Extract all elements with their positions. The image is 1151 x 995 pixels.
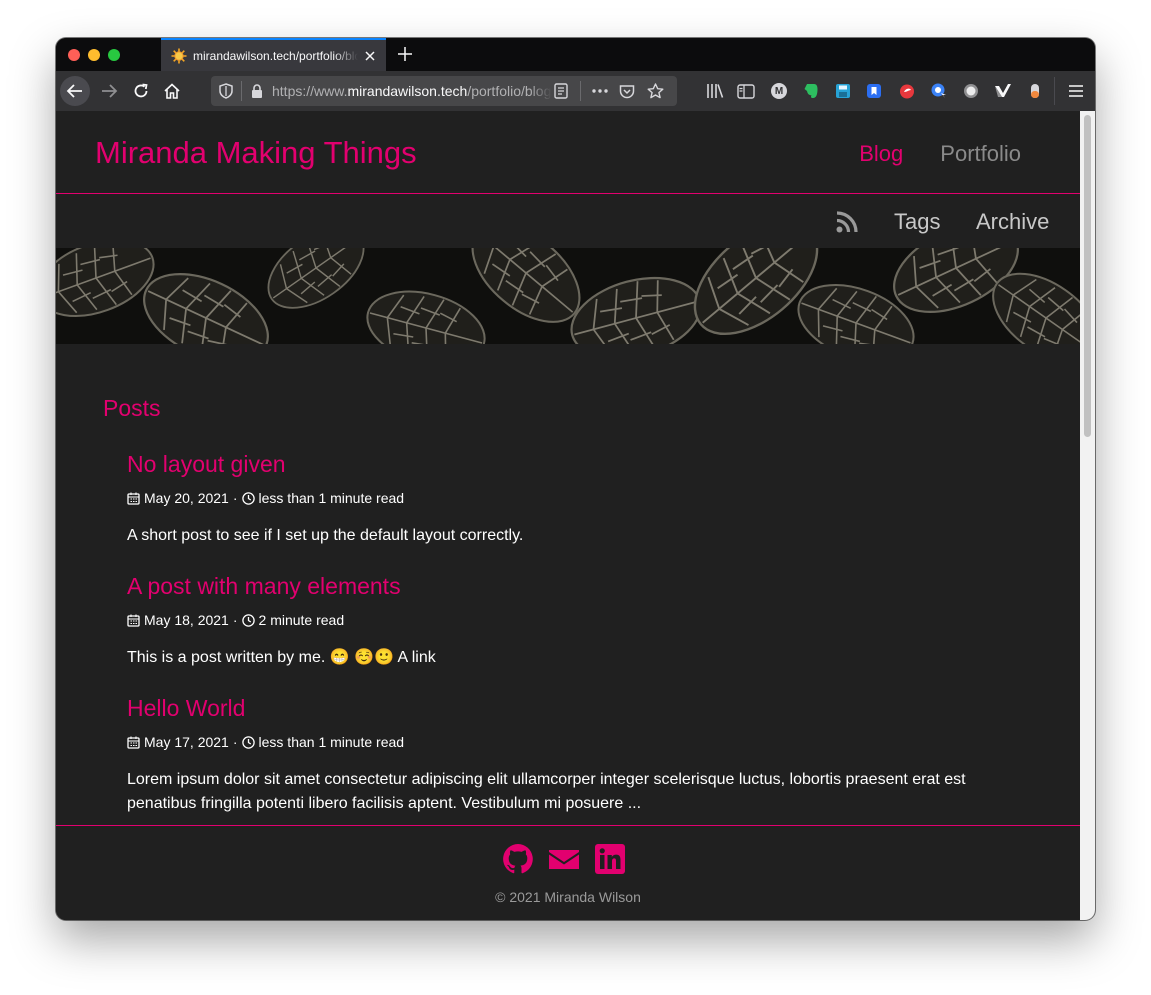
clock-icon <box>241 613 255 627</box>
meta-separator: · <box>232 734 238 750</box>
browser-window: mirandawilson.tech/portfolio/blog https:… <box>56 38 1095 920</box>
calendar-icon <box>127 736 140 749</box>
checkmark-extension-icon[interactable] <box>993 81 1013 101</box>
email-icon[interactable] <box>548 843 580 880</box>
post-title-link[interactable]: No layout given <box>127 451 1027 478</box>
lock-icon[interactable] <box>248 82 266 100</box>
archive-link[interactable]: Archive <box>976 209 1049 235</box>
reload-button[interactable] <box>126 76 156 106</box>
hamburger-menu-icon[interactable] <box>1066 81 1086 101</box>
nav-blog-link[interactable]: Blog <box>859 141 903 167</box>
post-title-link[interactable]: Hello World <box>127 695 1027 722</box>
tab-active[interactable]: mirandawilson.tech/portfolio/blog <box>161 38 386 71</box>
social-links <box>502 843 626 880</box>
tab-strip: mirandawilson.tech/portfolio/blog <box>56 38 1095 71</box>
post-meta: May 17, 2021 · less than 1 minute read <box>127 734 1027 750</box>
zoom-window-button[interactable] <box>108 49 120 61</box>
bookmark-extension-icon[interactable] <box>864 81 884 101</box>
pocket-icon[interactable] <box>613 82 641 100</box>
post-title-link[interactable]: A post with many elements <box>127 573 1027 600</box>
post-date: May 20, 2021 <box>144 490 229 506</box>
shield-icon[interactable] <box>217 82 235 100</box>
url-text[interactable]: https://www.mirandawilson.tech/portfolio… <box>272 83 552 99</box>
tab-title: mirandawilson.tech/portfolio/blog <box>193 48 358 63</box>
font-extension-icon[interactable] <box>929 81 949 101</box>
address-bar[interactable]: https://www.mirandawilson.tech/portfolio… <box>211 76 677 106</box>
scrollbar-thumb[interactable] <box>1084 115 1091 437</box>
post-date: May 18, 2021 <box>144 612 229 628</box>
close-window-button[interactable] <box>68 49 80 61</box>
evernote-extension-icon[interactable] <box>801 81 821 101</box>
sun-favicon-icon <box>171 48 187 64</box>
sub-navigation: Tags Archive <box>56 194 1080 248</box>
post-read-time: less than 1 minute read <box>258 734 405 750</box>
page-scrollbar[interactable] <box>1080 111 1095 920</box>
post-item: A post with many elements May 18, 2021 ·… <box>127 573 1027 670</box>
copyright-text: © 2021 Miranda Wilson <box>495 889 641 905</box>
page-actions-icon[interactable] <box>587 82 613 100</box>
pepper-extension-icon[interactable] <box>897 81 917 101</box>
post-date: May 17, 2021 <box>144 734 229 750</box>
post-excerpt: Lorem ipsum dolor sit amet consectetur a… <box>127 771 966 812</box>
meta-separator: · <box>232 612 238 628</box>
main-nav: Blog Portfolio <box>859 141 1021 167</box>
navigation-toolbar: https://www.mirandawilson.tech/portfolio… <box>56 71 1095 111</box>
record-extension-icon[interactable] <box>961 81 981 101</box>
linkedin-icon[interactable] <box>594 843 626 880</box>
clock-icon <box>241 735 255 749</box>
site-footer: © 2021 Miranda Wilson <box>56 825 1080 920</box>
clock-icon <box>241 491 255 505</box>
calendar-icon <box>127 614 140 627</box>
posts-heading: Posts <box>103 395 161 421</box>
calendar-icon <box>127 492 140 505</box>
rss-feed-icon[interactable] <box>836 211 858 238</box>
medium-extension-icon[interactable]: M <box>769 81 789 101</box>
forward-button[interactable] <box>94 76 124 106</box>
library-icon[interactable] <box>705 81 725 101</box>
url-separator <box>580 81 581 101</box>
page-content: Miranda Making Things Blog Portfolio Tag… <box>56 111 1080 920</box>
back-button[interactable] <box>60 76 90 106</box>
reader-view-icon[interactable] <box>552 82 570 100</box>
save-extension-icon[interactable] <box>833 81 853 101</box>
site-header: Miranda Making Things Blog Portfolio <box>56 111 1080 194</box>
close-tab-icon[interactable] <box>362 50 378 61</box>
new-tab-button[interactable] <box>394 43 416 65</box>
home-button[interactable] <box>157 76 187 106</box>
nav-portfolio-link[interactable]: Portfolio <box>940 141 1021 167</box>
tags-link[interactable]: Tags <box>894 209 940 235</box>
minimize-window-button[interactable] <box>88 49 100 61</box>
bookmark-star-icon[interactable] <box>641 82 669 100</box>
toolbar-separator <box>1054 77 1055 105</box>
post-meta: May 18, 2021 · 2 minute read <box>127 612 1027 628</box>
post-read-time: 2 minute read <box>258 612 345 628</box>
leaf-banner-image <box>56 248 1080 344</box>
url-separator <box>241 81 242 101</box>
site-title-link[interactable]: Miranda Making Things <box>95 135 417 171</box>
post-read-time: less than 1 minute read <box>258 490 405 506</box>
capsule-extension-icon[interactable] <box>1025 81 1045 101</box>
github-icon[interactable] <box>502 843 534 880</box>
post-excerpt: A short post to see if I set up the defa… <box>127 527 524 544</box>
sidebar-icon[interactable] <box>736 81 756 101</box>
meta-separator: · <box>232 490 238 506</box>
post-excerpt: This is a post written by me. 😁 ☺️🙂 A li… <box>127 649 436 666</box>
post-meta: May 20, 2021 · less than 1 minute read <box>127 490 1027 506</box>
post-item: Hello World May 17, 2021 · less than 1 m… <box>127 695 1027 816</box>
post-item: No layout given May 20, 2021 · less than… <box>127 451 1027 548</box>
